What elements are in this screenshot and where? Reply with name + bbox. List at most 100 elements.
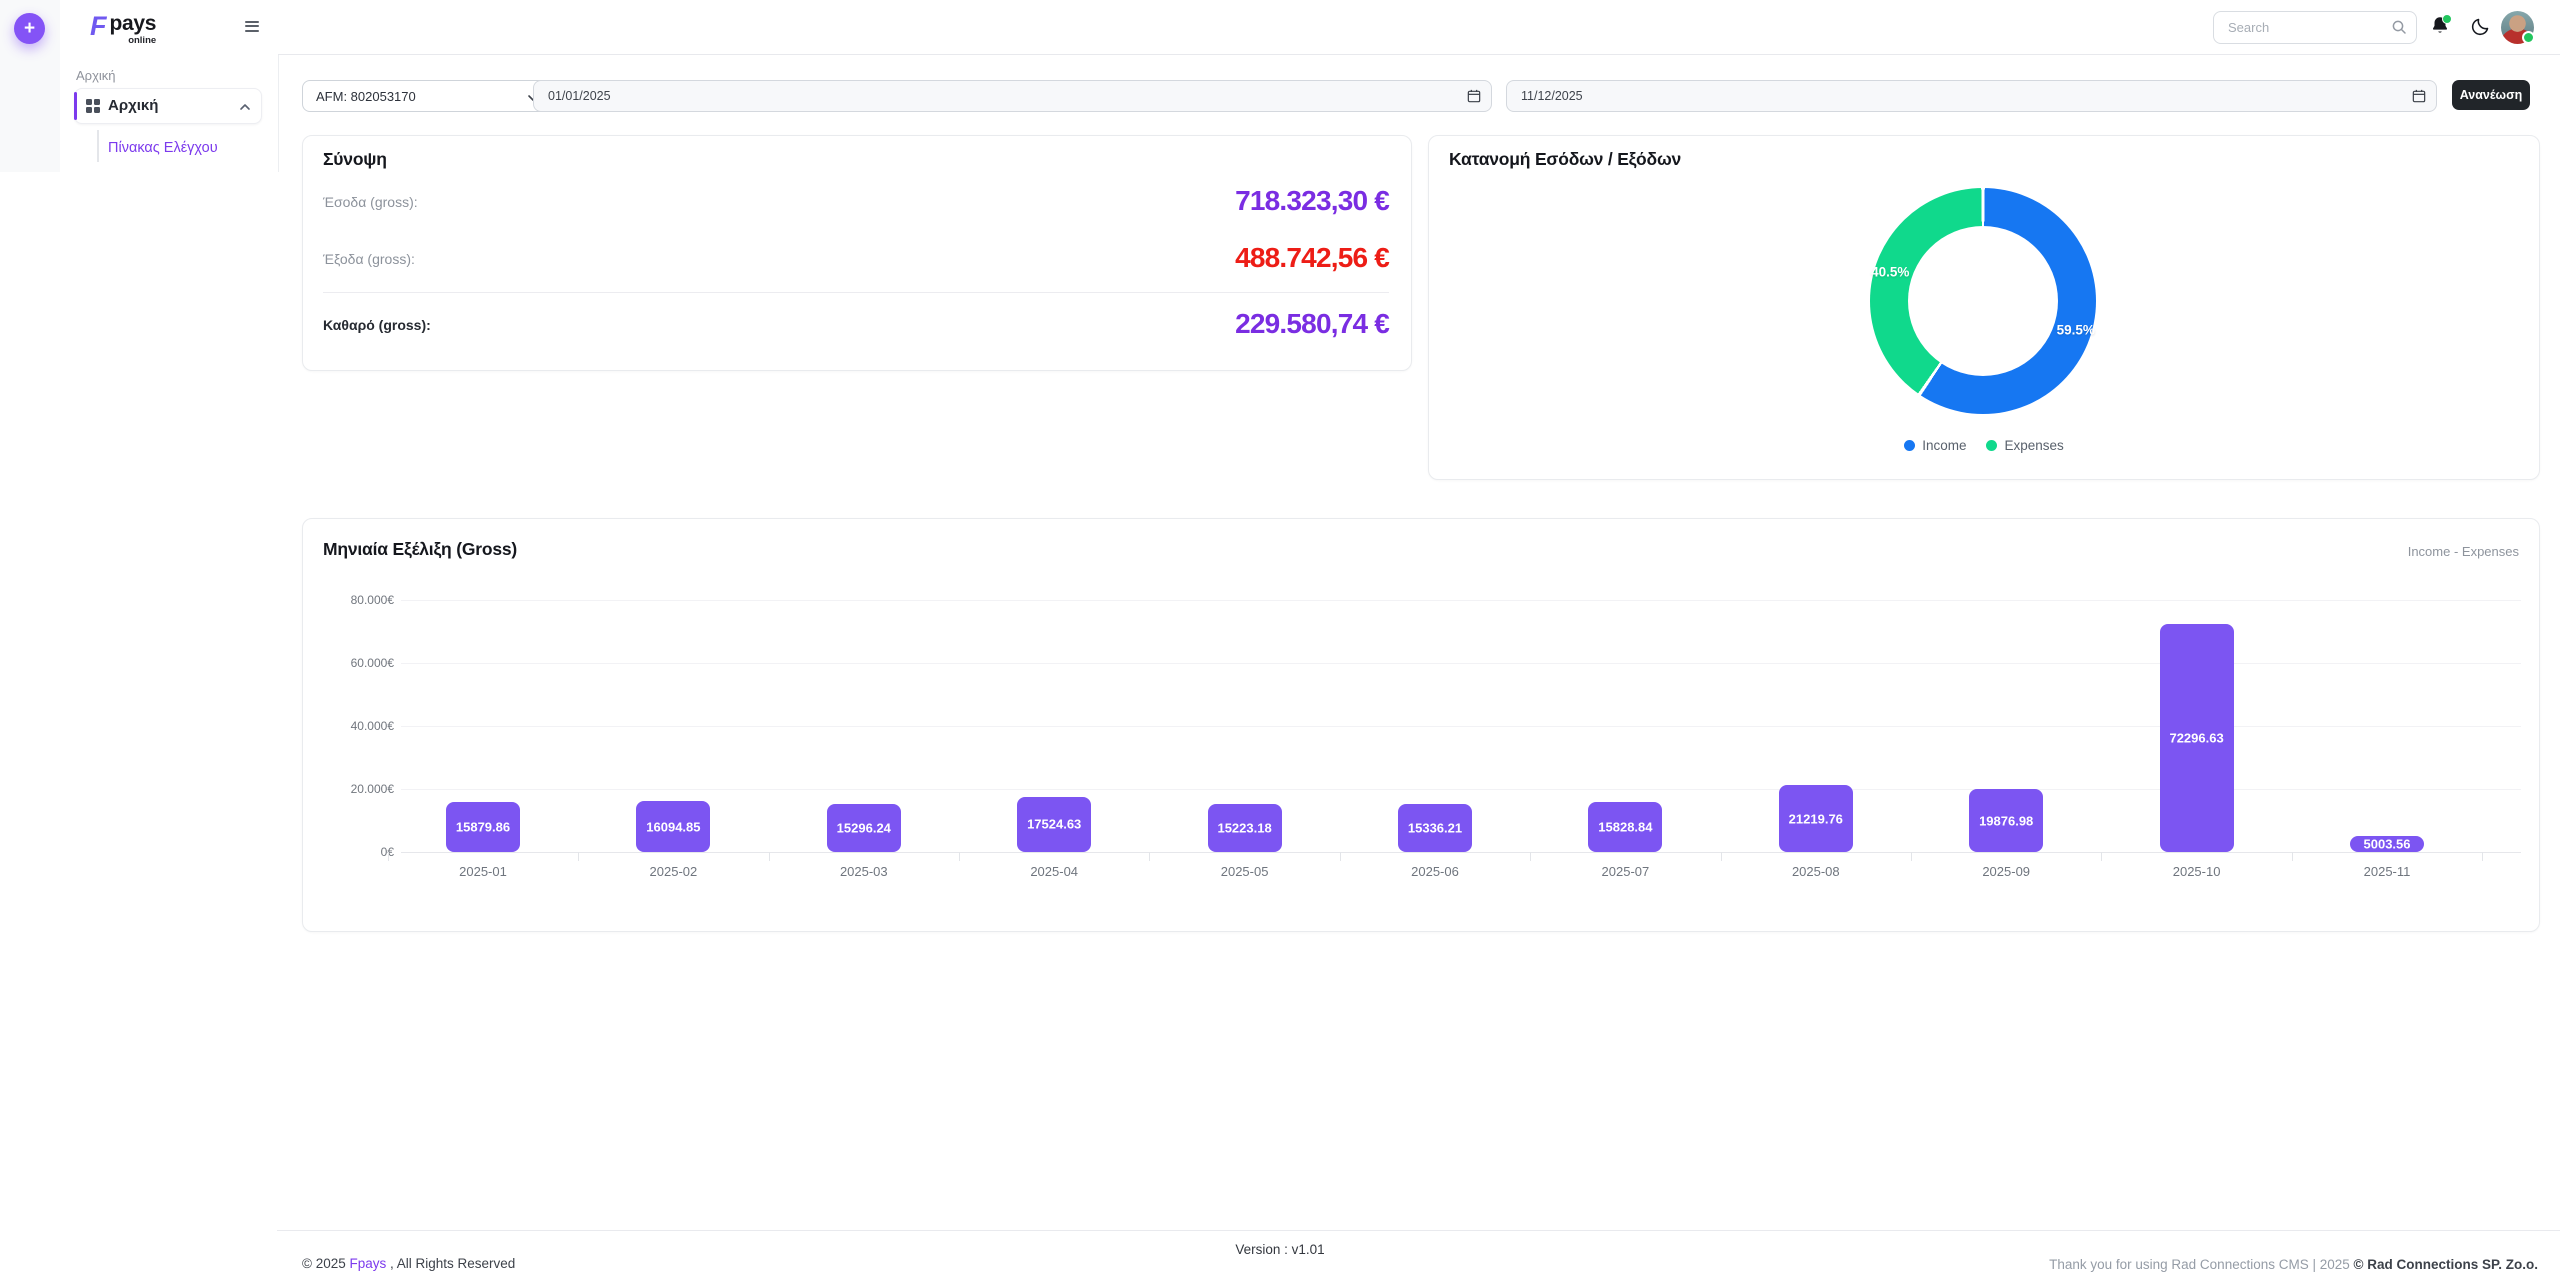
- x-axis-label: 2025-08: [1721, 864, 1911, 879]
- search-icon[interactable]: [2391, 19, 2407, 40]
- legend-label: Expenses: [2004, 438, 2063, 453]
- bar-2025-10[interactable]: 72296.63: [2160, 624, 2234, 852]
- gridline: [401, 600, 2521, 601]
- online-status-dot: [2522, 31, 2535, 44]
- cms-credit-dark: © Rad Connections SP. Zo.o.: [2354, 1257, 2538, 1272]
- bar-2025-07[interactable]: 15828.84: [1588, 802, 1662, 852]
- expenses-label: Έξοδα (gross):: [323, 251, 415, 267]
- donut-slice-label: 59.5%: [2057, 322, 2095, 337]
- sidebar-item-label: Αρχική: [108, 97, 158, 114]
- donut-hole: [1908, 226, 2058, 376]
- y-axis-tick: 20.000€: [319, 782, 394, 796]
- fpays-link[interactable]: Fpays: [349, 1256, 386, 1271]
- dashboard-grid-icon: [86, 99, 100, 118]
- income-value: 718.323,30 €: [1235, 187, 1389, 215]
- logo-tagline: online: [110, 35, 157, 46]
- x-axis-label: 2025-01: [388, 864, 578, 879]
- notifications-bell-icon[interactable]: [2429, 15, 2453, 39]
- x-axis-label: 2025-09: [1911, 864, 2101, 879]
- bar-2025-03[interactable]: 15296.24: [827, 804, 901, 852]
- submenu-indent-line: [97, 130, 99, 162]
- x-axis-tick: [1530, 852, 1531, 861]
- sidebar-section-label: Αρχική: [76, 68, 116, 83]
- x-axis-tick: [388, 852, 389, 861]
- bar-value-label: 15336.21: [1408, 820, 1462, 835]
- x-axis-tick: [1149, 852, 1150, 861]
- y-axis-tick: 40.000€: [319, 719, 394, 733]
- bar-value-label: 19876.98: [1979, 813, 2033, 828]
- brand-logo[interactable]: F pays online: [90, 13, 156, 46]
- legend-dot: [1986, 440, 1997, 451]
- legend-dot: [1904, 440, 1915, 451]
- x-axis-tick: [2292, 852, 2293, 861]
- afm-select[interactable]: AFM: 802053170: [302, 80, 552, 112]
- x-axis-label: 2025-05: [1150, 864, 1340, 879]
- legend-item-expenses[interactable]: Expenses: [1986, 438, 2063, 453]
- income-label: Έσοδα (gross):: [323, 194, 418, 210]
- copyright-prefix: © 2025: [302, 1256, 349, 1271]
- sidebar-subitem-control-panel[interactable]: Πίνακας Ελέγχου: [108, 140, 218, 156]
- x-axis-tick: [2482, 852, 2483, 861]
- summary-card: Σύνοψη Έσοδα (gross): 718.323,30 € Έξοδα…: [302, 135, 1412, 371]
- bar-2025-05[interactable]: 15223.18: [1208, 804, 1282, 852]
- monthly-chart-card: Μηνιαία Εξέλιξη (Gross) Income - Expense…: [302, 518, 2540, 932]
- bar-2025-08[interactable]: 21219.76: [1779, 785, 1853, 852]
- distribution-title: Κατανομή Εσόδων / Εξόδων: [1449, 149, 1681, 170]
- monthly-chart-subtitle: Income - Expenses: [2408, 544, 2519, 559]
- bar-2025-01[interactable]: 15879.86: [446, 802, 520, 852]
- x-axis-label: 2025-06: [1340, 864, 1530, 879]
- x-axis-label: 2025-07: [1530, 864, 1720, 879]
- bar-value-label: 16094.85: [646, 819, 700, 834]
- date-from-field: [533, 80, 1492, 112]
- dark-mode-moon-icon[interactable]: [2469, 16, 2491, 38]
- afm-selected-value: AFM: 802053170: [316, 89, 416, 104]
- x-axis-label: 2025-10: [2102, 864, 2292, 879]
- date-to-field: [1506, 80, 2437, 112]
- bar-value-label: 15828.84: [1598, 820, 1652, 835]
- bar-2025-09[interactable]: 19876.98: [1969, 789, 2043, 852]
- calendar-icon[interactable]: [1466, 88, 1482, 109]
- search-box: [2213, 11, 2417, 44]
- x-axis-tick: [1721, 852, 1722, 861]
- y-axis-tick: 60.000€: [319, 656, 394, 670]
- bar-2025-11[interactable]: 5003.56: [2350, 836, 2424, 852]
- bar-2025-04[interactable]: 17524.63: [1017, 797, 1091, 852]
- search-input[interactable]: [2226, 12, 2385, 43]
- legend-item-income[interactable]: Income: [1904, 438, 1966, 453]
- bar-value-label: 21219.76: [1789, 811, 1843, 826]
- expenses-value: 488.742,56 €: [1235, 244, 1389, 272]
- refresh-button[interactable]: Ανανέωση: [2452, 80, 2530, 110]
- bar-value-label: 72296.63: [2169, 731, 2223, 746]
- bar-2025-02[interactable]: 16094.85: [636, 801, 710, 852]
- x-axis-label: 2025-04: [959, 864, 1149, 879]
- footer-divider: [277, 1230, 2560, 1231]
- footer-cms-credit: Thank you for using Rad Connections CMS …: [2049, 1257, 2538, 1272]
- date-to-input[interactable]: [1519, 81, 2220, 111]
- legend-label: Income: [1922, 438, 1966, 453]
- x-axis-tick: [1911, 852, 1912, 861]
- sidebar-collapse-icon[interactable]: [245, 21, 259, 34]
- distribution-card: Κατανομή Εσόδων / Εξόδων 59.5%40.5% Inco…: [1428, 135, 2540, 480]
- user-avatar[interactable]: [2501, 11, 2534, 44]
- summary-divider: [323, 292, 1389, 293]
- cms-credit-gray: Thank you for using Rad Connections CMS …: [2049, 1257, 2353, 1272]
- logo-name: pays: [110, 12, 157, 35]
- x-axis-tick: [1340, 852, 1341, 861]
- bar-2025-06[interactable]: 15336.21: [1398, 804, 1472, 852]
- x-axis-label: 2025-11: [2292, 864, 2482, 879]
- date-from-input[interactable]: [546, 81, 1268, 111]
- footer-copyright: © 2025 Fpays , All Rights Reserved: [302, 1256, 515, 1271]
- bar-value-label: 15296.24: [837, 820, 891, 835]
- summary-title: Σύνοψη: [323, 149, 387, 170]
- sidebar-item-home[interactable]: Αρχική: [74, 88, 262, 124]
- bar-value-label: 15879.86: [456, 819, 510, 834]
- footer-version: Version : v1.01: [0, 1242, 2560, 1257]
- y-axis-tick: 80.000€: [319, 593, 394, 607]
- add-fab-button[interactable]: +: [14, 13, 45, 44]
- donut-legend: Income Expenses: [1429, 438, 2539, 453]
- bar-value-label: 17524.63: [1027, 817, 1081, 832]
- active-accent-bar: [74, 92, 77, 120]
- x-axis-label: 2025-02: [578, 864, 768, 879]
- calendar-icon[interactable]: [2411, 88, 2427, 109]
- x-axis-tick: [959, 852, 960, 861]
